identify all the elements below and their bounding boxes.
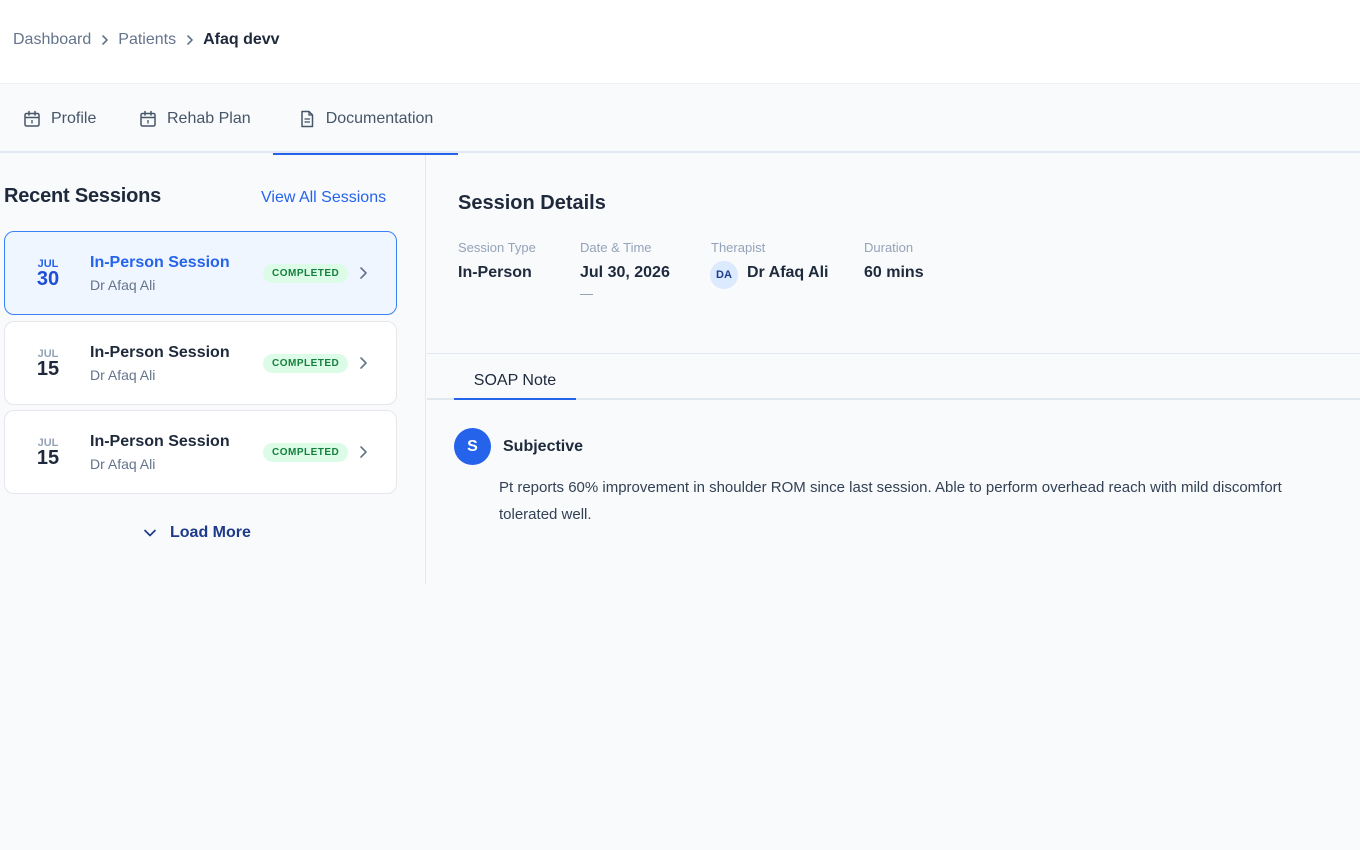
load-more-label: Load More — [170, 524, 251, 541]
session-therapist: Dr Afaq Ali — [90, 277, 156, 293]
date-time-value: Jul 30, 2026 — [580, 264, 670, 281]
tab-profile-label: Profile — [51, 110, 97, 127]
session-type-value: In-Person — [458, 264, 532, 281]
tab-documentation[interactable]: Documentation — [273, 85, 458, 155]
subjective-line: Pt reports 60% improvement in shoulder R… — [499, 479, 1282, 496]
breadcrumb-dashboard[interactable]: Dashboard — [13, 31, 91, 49]
avatar: DA — [710, 261, 738, 289]
recent-sessions-title: Recent Sessions — [4, 185, 162, 207]
tab-rehab-plan-label: Rehab Plan — [167, 110, 251, 127]
load-more-button[interactable]: Load More — [143, 524, 251, 542]
chevron-right-icon — [360, 446, 367, 458]
session-card[interactable]: JUL 15 In-Person Session Dr Afaq Ali COM… — [4, 410, 397, 494]
chevron-right-icon — [186, 34, 194, 46]
therapist-label: Therapist — [711, 240, 766, 255]
subjective-badge: S — [454, 428, 491, 465]
chevron-right-icon — [360, 357, 367, 369]
session-title: In-Person Session — [90, 433, 230, 450]
session-details-title: Session Details — [458, 192, 606, 214]
status-badge: COMPLETED — [263, 264, 349, 283]
divider — [427, 353, 1360, 354]
breadcrumb-patients[interactable]: Patients — [118, 31, 176, 49]
session-card[interactable]: JUL 30 In-Person Session Dr Afaq Ali COM… — [4, 231, 397, 315]
chevron-down-icon — [144, 529, 156, 537]
session-title: In-Person Session — [90, 254, 230, 271]
therapist-value: Dr Afaq Ali — [747, 264, 829, 281]
tab-profile[interactable]: Profile — [23, 85, 96, 153]
session-therapist: Dr Afaq Ali — [90, 456, 156, 472]
session-therapist: Dr Afaq Ali — [90, 367, 156, 383]
chevron-right-icon — [360, 267, 367, 279]
chevron-right-icon — [101, 34, 109, 46]
calendar-icon — [140, 110, 156, 127]
session-type-label: Session Type — [458, 240, 536, 255]
date-time-label: Date & Time — [580, 240, 652, 255]
top-bar: Dashboard Patients Afaq devv — [0, 0, 1360, 84]
session-day: 30 — [36, 268, 60, 290]
status-badge: COMPLETED — [263, 443, 349, 462]
tab-rehab-plan[interactable]: Rehab Plan — [139, 85, 251, 153]
recent-sessions-panel: Recent Sessions View All Sessions JUL 30… — [0, 155, 426, 584]
subjective-text: Pt reports 60% improvement in shoulder R… — [499, 474, 1360, 530]
session-title: In-Person Session — [90, 344, 230, 361]
document-icon — [300, 110, 313, 128]
session-day: 15 — [36, 358, 60, 380]
duration-label: Duration — [864, 240, 914, 255]
breadcrumb: Dashboard Patients Afaq devv — [13, 31, 280, 49]
patient-tabs: Profile Rehab Plan Documentation — [0, 85, 1360, 155]
divider — [580, 294, 593, 295]
tab-documentation-label: Documentation — [325, 110, 434, 127]
session-card[interactable]: JUL 15 In-Person Session Dr Afaq Ali COM… — [4, 321, 397, 405]
subjective-title: Subjective — [503, 438, 584, 455]
tab-soap-note[interactable]: SOAP Note — [454, 362, 576, 400]
calendar-icon — [24, 110, 40, 127]
session-day: 15 — [36, 447, 60, 469]
status-badge: COMPLETED — [263, 354, 349, 373]
breadcrumb-current: Afaq devv — [203, 31, 280, 48]
duration-value: 60 mins — [864, 264, 924, 281]
view-all-sessions-link[interactable]: View All Sessions — [261, 189, 386, 207]
subjective-line: tolerated well. — [499, 506, 592, 523]
